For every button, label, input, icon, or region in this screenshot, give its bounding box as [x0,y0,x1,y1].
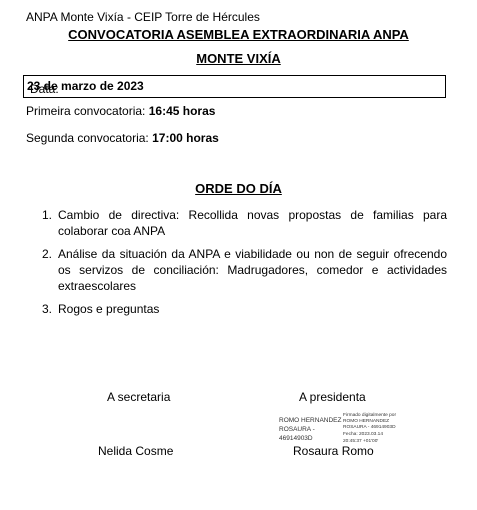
document-title: CONVOCATORIA ASEMBLEA EXTRAORDINARIA ANP… [68,27,409,42]
agenda-item-number: 2. [42,247,53,261]
agenda-item-number: 1. [42,208,53,222]
signature-right-line: ROSAURA - 46914903D [343,425,396,430]
second-call-time: 17:00 horas [152,131,219,145]
agenda-item-text: Análise da situación da ANPA e viabilida… [58,247,447,293]
agenda-item-text: Rogos e preguntas [58,302,160,316]
second-call-label: Segunda convocatoria: [26,131,153,145]
agenda-item-text: Cambio de directiva: Recollida novas pro… [58,208,447,238]
document-subtitle: MONTE VIXÍA [196,51,281,66]
second-call: Segunda convocatoria: 17:00 horas [26,131,219,145]
first-call-label: Primeira convocatoria: [26,104,149,118]
agenda-heading: ORDE DO DÍA [195,181,282,196]
signature-left-line: ROSAURA - [279,426,315,433]
first-call: Primeira convocatoria: 16:45 horas [26,104,215,118]
agenda-item: 3. Rogos e preguntas [42,301,447,317]
president-name: Rosaura Romo [293,444,374,458]
agenda-item-number: 3. [42,302,53,316]
agenda-list: 1. Cambio de directiva: Recollida novas … [42,207,447,324]
agenda-item: 1. Cambio de directiva: Recollida novas … [42,207,447,239]
org-header: ANPA Monte Vixía - CEIP Torre de Hércule… [26,10,260,24]
agenda-item: 2. Análise da situación da ANPA e viabil… [42,246,447,294]
signature-left-line: ROMO HERNANDEZ [279,417,342,424]
first-call-time: 16:45 horas [148,104,216,118]
signature-left-line: 46914903D [279,435,313,442]
date-label: Data: [30,82,59,96]
president-role: A presidenta [299,390,366,404]
signature-right-line: Fecha: 2023.03.14 [343,432,384,437]
date-box: Data: 23 de marzo de 2023 [23,75,446,98]
secretary-name: Nelida Cosme [98,444,174,458]
secretary-role: A secretaria [107,390,171,404]
